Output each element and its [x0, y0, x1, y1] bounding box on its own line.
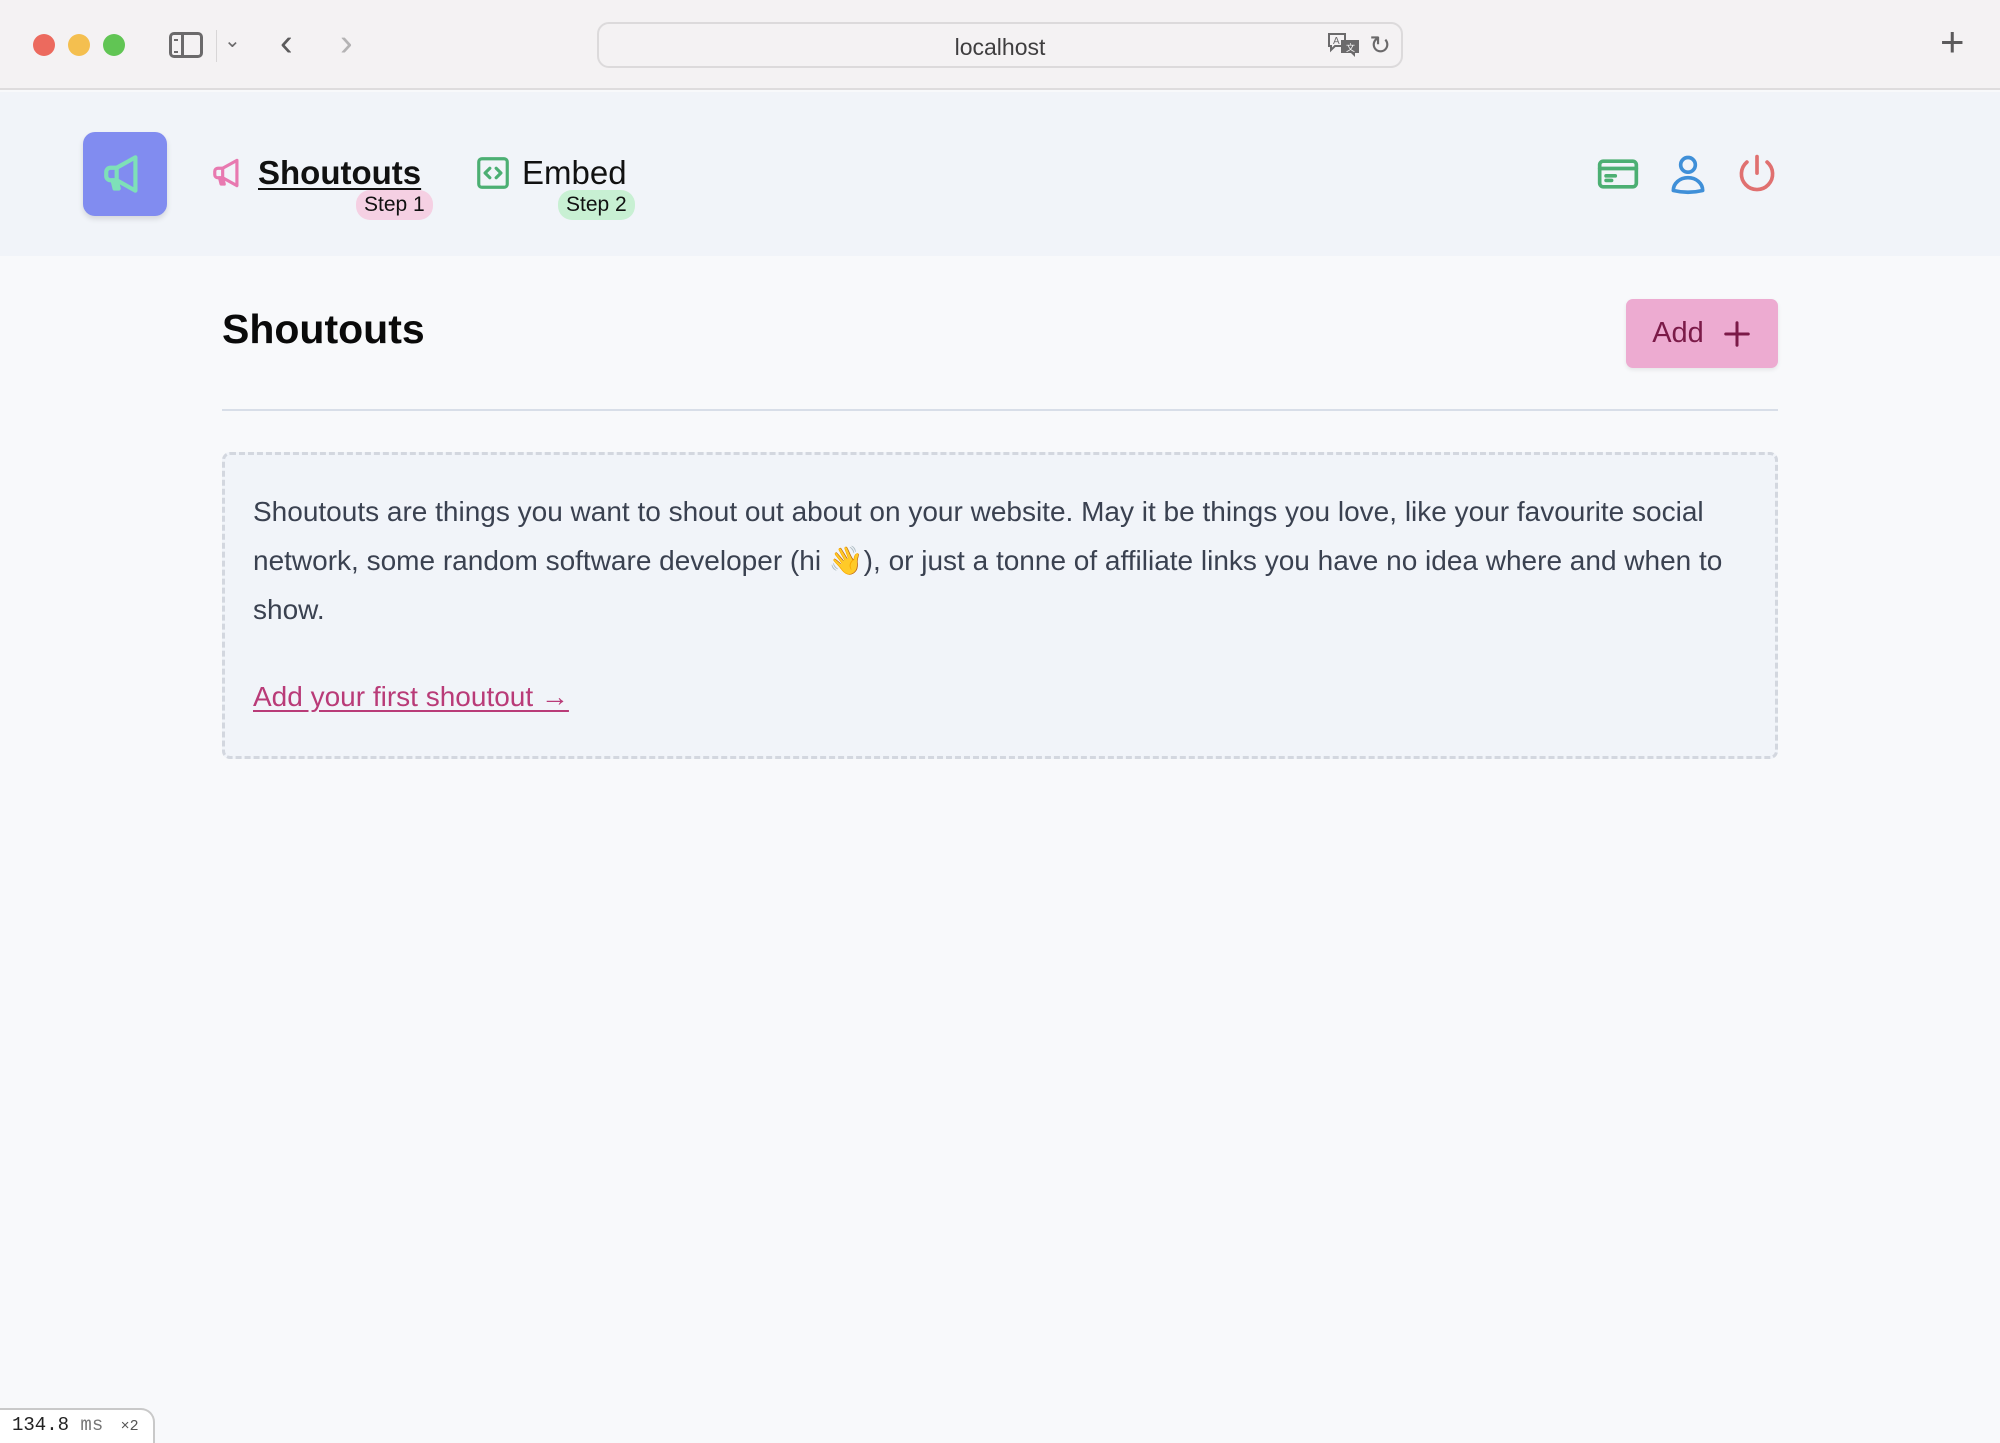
chevron-down-icon[interactable]: ⌄: [224, 28, 241, 53]
page-title: Shoutouts: [222, 306, 425, 352]
maximize-window-button[interactable]: [103, 34, 125, 56]
browser-toolbar: ⌄ ‹ › localhost A 文 ↻ +: [0, 0, 2000, 90]
power-icon[interactable]: [1735, 152, 1779, 196]
megaphone-icon: [104, 155, 138, 193]
close-window-button[interactable]: [33, 34, 55, 56]
svg-text:文: 文: [1346, 42, 1355, 53]
nav-embed-label: Embed: [522, 154, 627, 191]
perf-value: 134.8: [12, 1414, 70, 1436]
perf-multiplier: ×2: [120, 1418, 139, 1435]
nav-shoutouts-label: Shoutouts: [258, 154, 422, 191]
step-badge: Step 2: [558, 190, 635, 220]
user-icon[interactable]: [1666, 152, 1710, 196]
toolbar-separator: [216, 30, 217, 62]
app-header: Shoutouts Step 1 Embed Step 2: [0, 92, 2000, 256]
chevron-right-icon[interactable]: ›: [340, 22, 353, 65]
nav-embed[interactable]: Embed: [474, 154, 627, 192]
credit-card-icon[interactable]: [1596, 152, 1640, 196]
address-bar[interactable]: localhost A 文 ↻: [597, 22, 1403, 68]
translate-icon[interactable]: A 文: [1327, 32, 1361, 58]
app-logo[interactable]: [83, 132, 167, 216]
minimize-window-button[interactable]: [68, 34, 90, 56]
code-icon: [477, 157, 509, 189]
plus-icon: [1724, 320, 1750, 347]
add-shoutout-button[interactable]: Add: [1626, 299, 1778, 368]
new-tab-icon[interactable]: +: [1940, 18, 1965, 66]
perf-unit: ms: [80, 1414, 104, 1436]
nav-shoutouts[interactable]: Shoutouts: [210, 154, 421, 192]
megaphone-icon: [213, 158, 239, 188]
perf-timing-badge[interactable]: 134.8 ms ×2: [0, 1408, 155, 1443]
url-text[interactable]: localhost: [599, 34, 1401, 61]
add-button-label: Add: [1652, 317, 1704, 349]
empty-state-description: Shoutouts are things you want to shout o…: [253, 496, 1723, 625]
sidebar-toggle-icon[interactable]: [169, 32, 203, 58]
title-divider: [222, 409, 1778, 411]
add-first-shoutout-link[interactable]: Add your first shoutout →: [253, 681, 569, 713]
svg-text:A: A: [1333, 36, 1340, 47]
step-badge: Step 1: [356, 190, 433, 220]
chevron-left-icon[interactable]: ‹: [280, 22, 293, 65]
reload-icon[interactable]: ↻: [1369, 30, 1391, 61]
empty-state: Shoutouts are things you want to shout o…: [222, 452, 1778, 759]
